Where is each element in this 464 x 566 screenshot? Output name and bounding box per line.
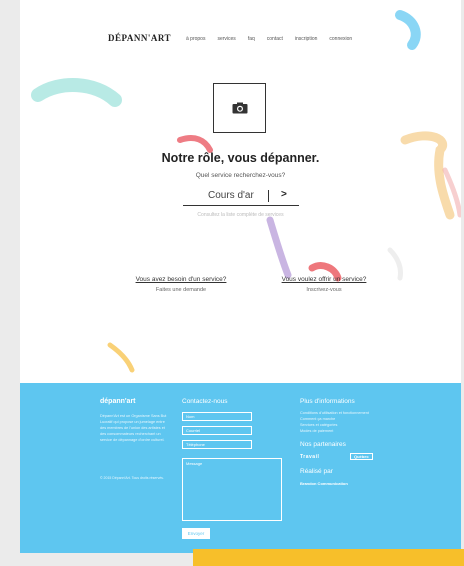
camera-image-placeholder <box>213 83 266 133</box>
info-title: Plus d'informations <box>300 398 355 405</box>
hero-title: Notre rôle, vous dépanner. <box>161 151 320 165</box>
offer-service-action[interactable]: Inscrivez-vous <box>256 287 392 293</box>
footer: dépann'art Dépann'Art est un Organisme S… <box>20 383 461 553</box>
info-links: Conditions d'utilisation et fonctionneme… <box>300 410 369 434</box>
contact-title: Contactez-nous <box>182 398 228 405</box>
email-field[interactable]: Courriel <box>182 426 252 435</box>
logo[interactable]: DÉPANN'ART <box>108 33 171 43</box>
service-search: > <box>183 186 299 206</box>
text-cursor <box>268 190 269 202</box>
need-service-link[interactable]: Vous avez besoin d'un service? <box>113 276 249 283</box>
send-button[interactable]: Envoyer <box>182 528 210 539</box>
camera-icon <box>232 102 247 114</box>
nav-link-a-propos[interactable]: à propos <box>186 36 205 42</box>
message-field[interactable]: Message <box>182 458 282 521</box>
name-field[interactable]: Nom <box>182 412 252 421</box>
service-search-input[interactable] <box>208 190 268 201</box>
partner-logo-quebec[interactable]: Québec <box>350 453 373 460</box>
partners-title: Nos partenaires <box>300 441 346 448</box>
top-nav: DÉPANN'ART à propos services faq contact… <box>20 33 461 49</box>
yellow-accent-bar <box>193 549 464 566</box>
cta-need-service: Vous avez besoin d'un service? Faites un… <box>113 276 249 293</box>
need-service-action[interactable]: Faites une demande <box>113 287 249 293</box>
partner-logo-travail[interactable]: Travail <box>300 454 319 460</box>
phone-field[interactable]: Téléphone <box>182 440 252 449</box>
nav-links: à propos services faq contact inscriptio… <box>186 36 352 42</box>
cta-offer-service: Vous voulez offrir un service? Inscrivez… <box>256 276 392 293</box>
nav-link-contact[interactable]: contact <box>267 36 283 42</box>
info-link-payment[interactable]: Modes de paiement <box>300 428 369 434</box>
nav-link-faq[interactable]: faq <box>248 36 255 42</box>
hero-subtitle: Quel service recherchez-vous? <box>195 172 286 179</box>
realise-par-logo[interactable]: Brandon Communication <box>300 481 348 486</box>
search-submit-button[interactable]: > <box>281 189 287 200</box>
footer-description: Dépann'Art est un Organisme Sans But Luc… <box>100 414 167 442</box>
nav-link-connexion[interactable]: connexion <box>329 36 352 42</box>
realise-par-title: Réalisé par <box>300 468 333 475</box>
page: DÉPANN'ART à propos services faq contact… <box>20 0 461 553</box>
nav-link-inscription[interactable]: inscription <box>295 36 318 42</box>
footer-copyright: © 2015 Dépann'Art. Tous droits réservés. <box>100 476 164 480</box>
offer-service-link[interactable]: Vous voulez offrir un service? <box>256 276 392 283</box>
nav-link-services[interactable]: services <box>217 36 235 42</box>
services-list-link[interactable]: Consultez la liste complète de services <box>20 212 461 218</box>
footer-brand: dépann'art <box>100 398 136 405</box>
